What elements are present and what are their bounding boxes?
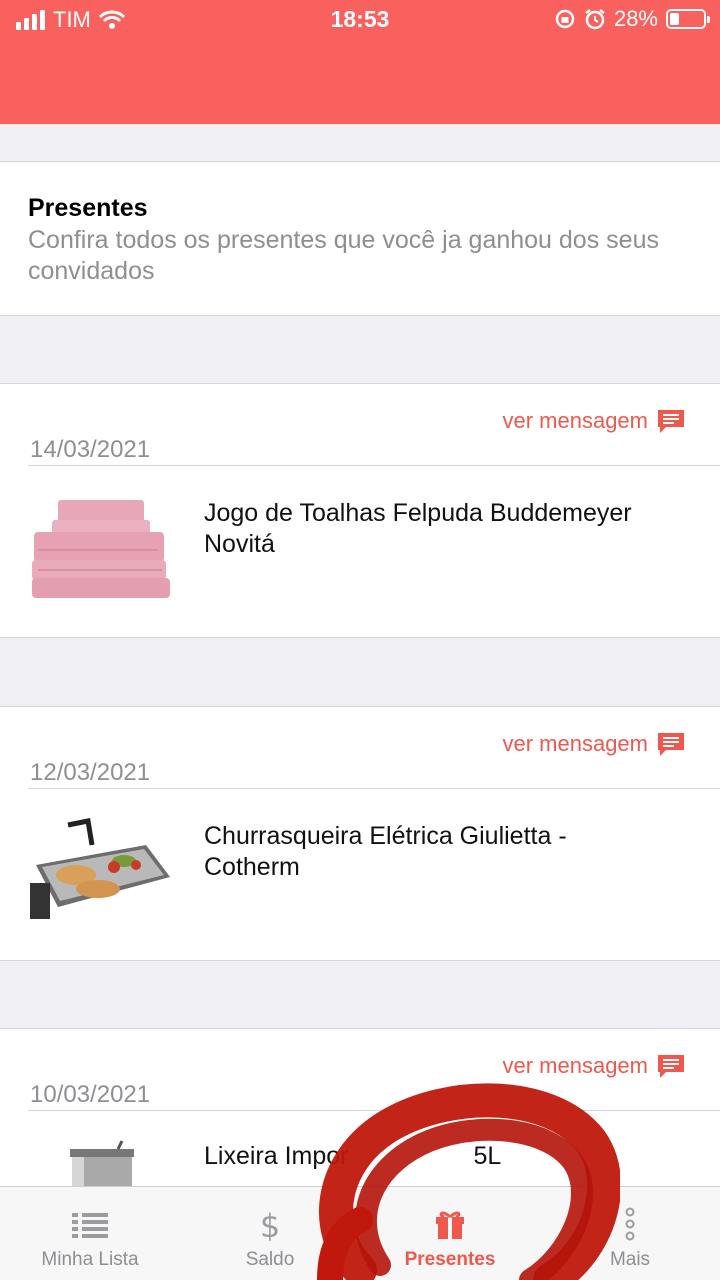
- svg-text:$: $: [260, 1207, 280, 1241]
- view-message-link[interactable]: ver mensagem: [502, 1053, 686, 1079]
- app-header-bar: TIM 18:53 28%: [0, 0, 720, 124]
- page-header-card: Presentes Confira todos os presentes que…: [0, 161, 720, 316]
- gift-icon: [436, 1211, 464, 1239]
- gift-name: Lixeira Impor 5L: [204, 1141, 644, 1172]
- gift-date: 10/03/2021: [30, 1081, 151, 1108]
- view-message-label: ver mensagem: [502, 408, 648, 433]
- view-message-label: ver mensagem: [502, 1053, 648, 1078]
- grill-image: [30, 818, 170, 919]
- divider: [28, 465, 720, 466]
- gift-card: ver mensagem 12/03/2021 Churrasqueira El…: [0, 706, 720, 961]
- tab-label: Presentes: [404, 1249, 496, 1270]
- tab-label: Mais: [609, 1249, 651, 1270]
- tab-saldo[interactable]: $ Saldo: [180, 1187, 360, 1280]
- tab-label: Saldo: [245, 1249, 295, 1270]
- tab-presentes[interactable]: Presentes: [360, 1187, 540, 1280]
- message-icon: [658, 733, 684, 756]
- towels-image: [32, 500, 170, 598]
- gift-date: 14/03/2021: [30, 436, 151, 463]
- alarm-icon: [585, 9, 605, 30]
- view-message-link[interactable]: ver mensagem: [502, 408, 686, 434]
- view-message-label: ver mensagem: [502, 731, 648, 756]
- divider: [28, 788, 720, 789]
- page-title: Presentes: [28, 194, 148, 222]
- tab-minha-lista[interactable]: Minha Lista: [0, 1187, 180, 1280]
- message-icon: [658, 410, 684, 433]
- battery-icon: [666, 9, 710, 29]
- list-icon: [72, 1213, 108, 1238]
- page-subtitle: Confira todos os presentes que você ja g…: [28, 226, 659, 285]
- tab-mais[interactable]: Mais: [540, 1187, 720, 1280]
- tab-label: Minha Lista: [41, 1249, 139, 1270]
- divider: [28, 1110, 720, 1111]
- gift-card: ver mensagem 10/03/2021 Lixeira Impor 5L: [0, 1028, 720, 1198]
- message-icon: [658, 1055, 684, 1078]
- battery-percent: 28%: [613, 6, 658, 31]
- lock-rotation-icon: [555, 9, 575, 29]
- gift-name: Churrasqueira Elétrica Giulietta - Cothe…: [204, 822, 567, 881]
- more-icon: [625, 1207, 635, 1241]
- tab-bar: Minha Lista $ Saldo Presentes Mais: [0, 1186, 720, 1280]
- view-message-link[interactable]: ver mensagem: [502, 731, 686, 757]
- gift-date: 12/03/2021: [30, 759, 151, 786]
- gift-name-end: 5L: [473, 1142, 502, 1170]
- dollar-icon: $: [260, 1207, 280, 1241]
- gift-card: ver mensagem 14/03/2021 Jogo de Toalhas …: [0, 383, 720, 638]
- status-right: 28%: [554, 6, 710, 32]
- gift-name: Jogo de Toalhas Felpuda Buddemeyer Novit…: [204, 499, 632, 558]
- gift-name-start: Lixeira Impor: [204, 1142, 349, 1170]
